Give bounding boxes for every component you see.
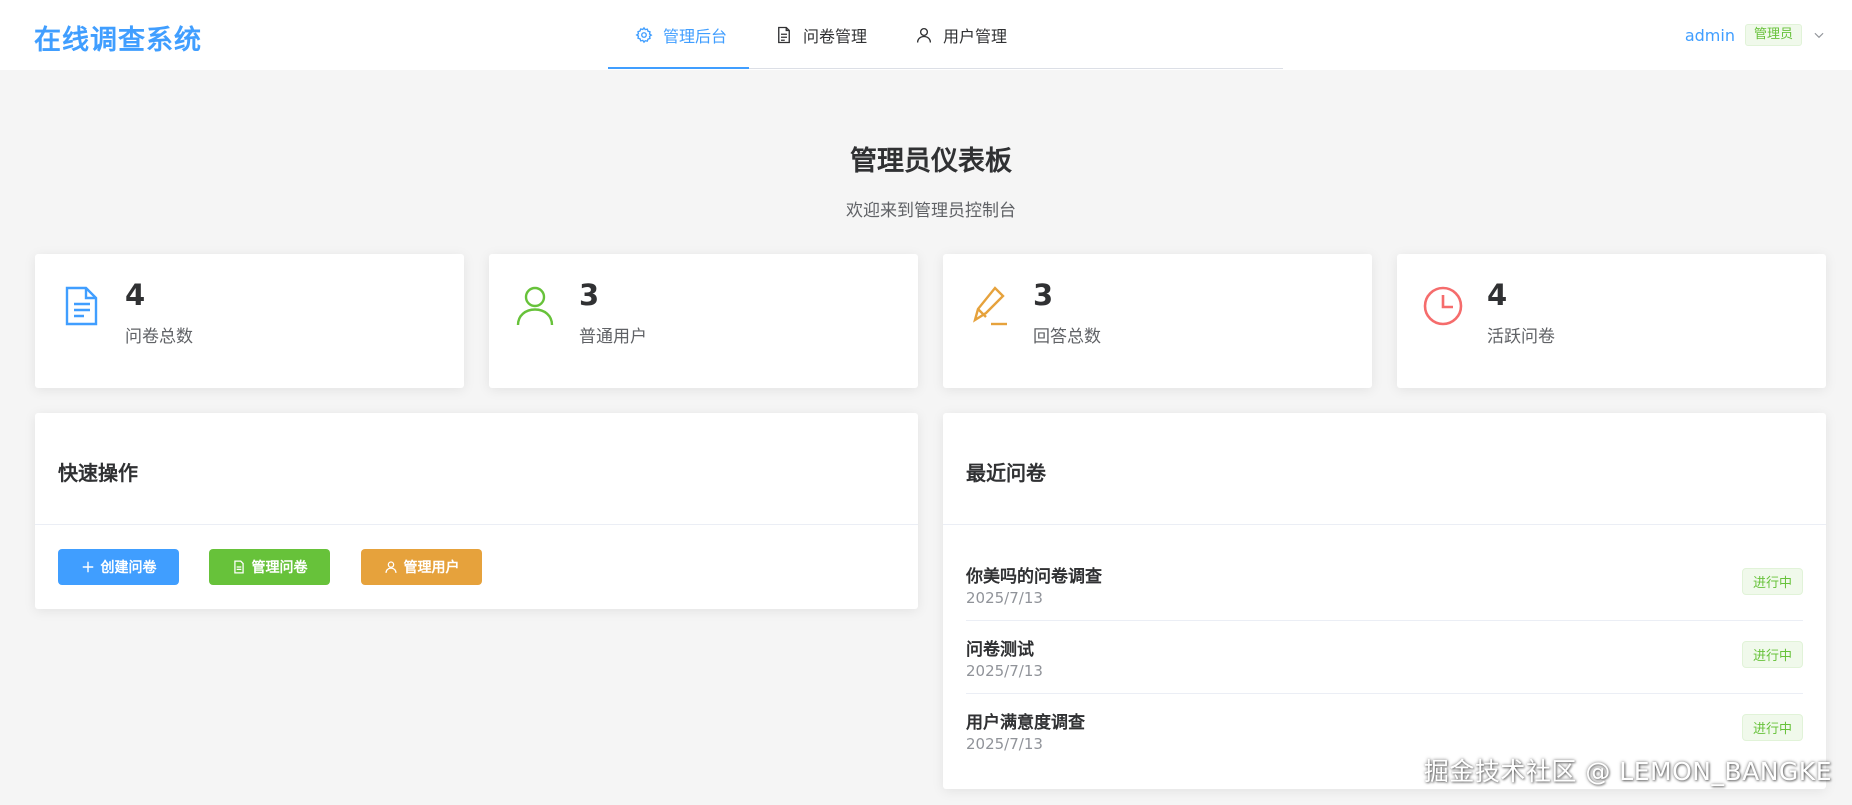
nav-active-indicator bbox=[608, 67, 749, 69]
survey-title: 用户满意度调查 bbox=[966, 713, 1085, 733]
document-icon bbox=[778, 26, 790, 43]
panel-title: 最近问卷 bbox=[966, 461, 1046, 485]
document-icon bbox=[233, 560, 244, 574]
gear-icon bbox=[635, 26, 653, 43]
stat-card-users: 3 普通用户 bbox=[489, 254, 918, 388]
panel-title: 快速操作 bbox=[58, 461, 138, 485]
nav-label: 管理后台 bbox=[663, 26, 728, 46]
survey-date: 2025/7/13 bbox=[966, 589, 1043, 607]
stat-label: 活跃问卷 bbox=[1487, 327, 1555, 347]
user-icon bbox=[916, 27, 932, 43]
stat-value: 4 bbox=[1487, 278, 1508, 312]
main-nav: 管理后台 问卷管理 用户管理 bbox=[608, 0, 1283, 69]
stat-label: 普通用户 bbox=[579, 327, 647, 347]
stat-card-surveys: 4 问卷总数 bbox=[35, 254, 464, 388]
watermark: 掘金技术社区 @ LEMON_BANGKE bbox=[1423, 757, 1832, 786]
user-icon bbox=[384, 561, 397, 573]
button-label: 管理用户 bbox=[403, 560, 460, 576]
clock-icon bbox=[1423, 286, 1463, 326]
create-survey-button[interactable]: 创建问卷 bbox=[58, 549, 179, 585]
user-menu[interactable]: admin 管理员 bbox=[1685, 24, 1826, 46]
survey-title: 问卷测试 bbox=[966, 640, 1034, 660]
top-header: 在线调查系统 管理后台 问卷管理 用户管理 admin 管理员 bbox=[0, 0, 1852, 70]
document-icon bbox=[65, 286, 98, 326]
button-label: 创建问卷 bbox=[100, 560, 157, 576]
panel-header: 快速操作 bbox=[35, 413, 918, 525]
nav-label: 问卷管理 bbox=[803, 26, 868, 46]
nav-label: 用户管理 bbox=[943, 26, 1008, 46]
stat-value: 4 bbox=[125, 278, 146, 312]
page-title: 管理员仪表板 bbox=[850, 146, 1012, 177]
role-badge: 管理员 bbox=[1744, 24, 1802, 46]
manage-surveys-button[interactable]: 管理问卷 bbox=[209, 549, 330, 585]
stat-label: 问卷总数 bbox=[125, 327, 193, 347]
user-icon bbox=[516, 286, 554, 326]
survey-title: 你美吗的问卷调查 bbox=[966, 567, 1102, 587]
stat-value: 3 bbox=[579, 278, 600, 312]
manage-users-button[interactable]: 管理用户 bbox=[361, 549, 482, 585]
chevron-down-icon bbox=[1814, 32, 1824, 39]
status-badge: 进行中 bbox=[1741, 714, 1803, 741]
survey-date: 2025/7/13 bbox=[966, 735, 1043, 753]
survey-date: 2025/7/13 bbox=[966, 662, 1043, 680]
status-badge: 进行中 bbox=[1741, 568, 1803, 595]
survey-list-item[interactable]: 问卷测试 2025/7/13 进行中 bbox=[966, 621, 1803, 694]
nav-item-users[interactable]: 用户管理 bbox=[915, 0, 1007, 69]
plus-icon bbox=[82, 561, 93, 573]
stat-label: 回答总数 bbox=[1033, 327, 1101, 347]
stat-card-active: 4 活跃问卷 bbox=[1397, 254, 1826, 388]
edit-pen-icon bbox=[973, 286, 1007, 326]
stat-card-answers: 3 回答总数 bbox=[943, 254, 1372, 388]
username: admin bbox=[1684, 25, 1735, 45]
brand-title[interactable]: 在线调查系统 bbox=[34, 18, 202, 57]
panel-header: 最近问卷 bbox=[943, 413, 1826, 525]
button-label: 管理问卷 bbox=[251, 560, 308, 576]
page-subtitle: 欢迎来到管理员控制台 bbox=[846, 201, 1016, 221]
nav-item-surveys[interactable]: 问卷管理 bbox=[775, 0, 867, 69]
survey-list-item[interactable]: 你美吗的问卷调查 2025/7/13 进行中 bbox=[966, 548, 1803, 621]
nav-item-admin[interactable]: 管理后台 bbox=[635, 0, 727, 69]
stat-value: 3 bbox=[1033, 278, 1054, 312]
recent-surveys-panel: 最近问卷 你美吗的问卷调查 2025/7/13 进行中 问卷测试 2025/7/… bbox=[943, 413, 1826, 789]
status-badge: 进行中 bbox=[1741, 641, 1803, 668]
